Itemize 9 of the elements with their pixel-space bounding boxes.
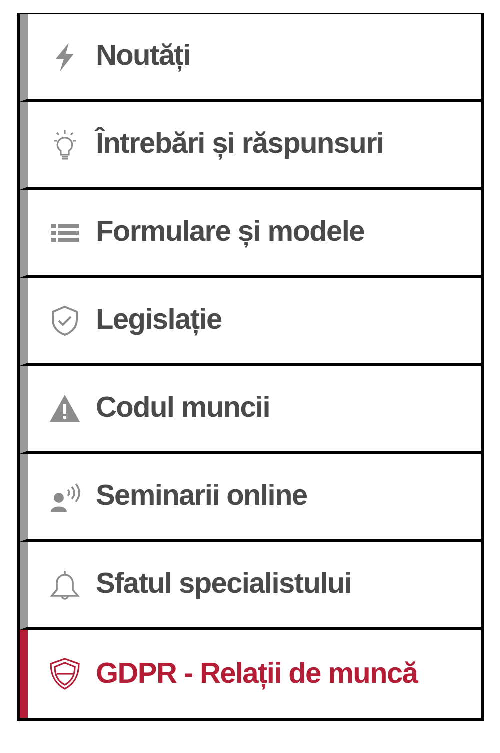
menu-item[interactable]: Sfatul specialistului [20, 542, 481, 630]
menu-item[interactable]: Întrebări și răspunsuri [20, 102, 481, 190]
menu-item[interactable]: Codul muncii [20, 366, 481, 454]
menu-item[interactable]: Seminarii online [20, 454, 481, 542]
menu-item[interactable]: Noutăți [20, 14, 481, 102]
shield-badge-icon [48, 657, 82, 691]
menu-item[interactable]: Formulare și modele [20, 190, 481, 278]
menu-item[interactable]: GDPR - Relații de muncă [20, 630, 481, 718]
menu-item[interactable]: Legislație [20, 278, 481, 366]
